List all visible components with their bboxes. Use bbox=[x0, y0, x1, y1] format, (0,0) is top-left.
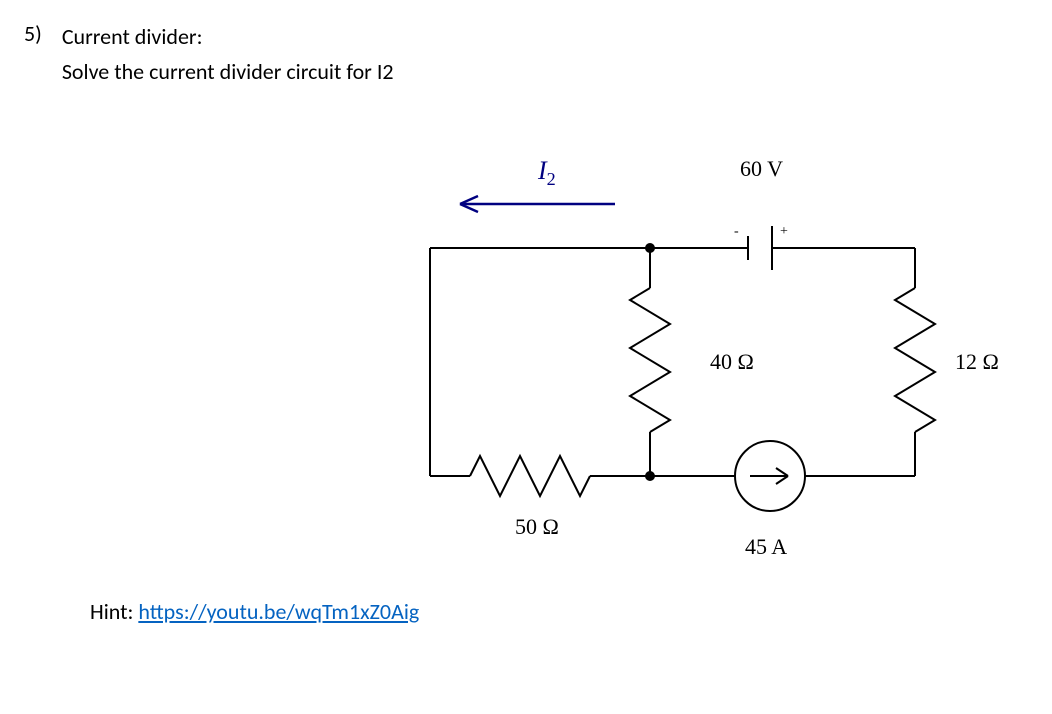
problem-number: 5) bbox=[24, 20, 42, 47]
problem-header: 5) Current divider: Solve the current di… bbox=[20, 20, 1032, 88]
hint-prefix: Hint: bbox=[90, 598, 138, 625]
problem-text-block: Current divider: Solve the current divid… bbox=[62, 20, 394, 88]
label-current-source: 45 A bbox=[745, 536, 787, 558]
label-r50: 50 Ω bbox=[515, 516, 559, 538]
label-r40: 40 Ω bbox=[710, 351, 754, 373]
circuit-diagram: + - bbox=[400, 128, 1040, 588]
i2-subscript: 2 bbox=[547, 169, 556, 189]
svg-text:-: - bbox=[734, 224, 739, 239]
label-r12: 12 Ω bbox=[955, 351, 999, 373]
i2-symbol: I bbox=[538, 156, 547, 185]
label-voltage: 60 V bbox=[740, 158, 783, 180]
problem-instruction: Solve the current divider circuit for I2 bbox=[62, 55, 394, 88]
hint-link[interactable]: https://youtu.be/wqTm1xZ0Aig bbox=[138, 598, 419, 625]
label-i2: I2 bbox=[538, 158, 556, 188]
problem-title: Current divider: bbox=[62, 20, 394, 53]
svg-text:+: + bbox=[780, 224, 788, 239]
